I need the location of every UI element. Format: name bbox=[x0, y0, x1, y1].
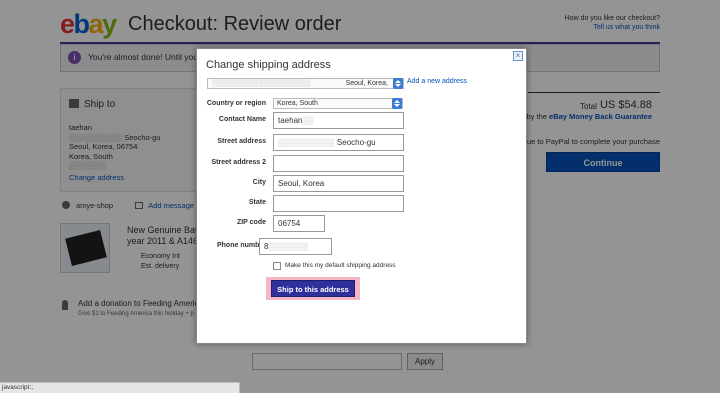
street-address-2-input[interactable] bbox=[273, 155, 404, 172]
close-icon[interactable]: × bbox=[513, 51, 523, 61]
state-input[interactable] bbox=[273, 195, 404, 212]
country-select[interactable]: Korea, South bbox=[273, 98, 403, 109]
contact-name-input[interactable]: taehan▒▒ bbox=[273, 112, 404, 129]
default-address-checkbox[interactable] bbox=[273, 262, 281, 270]
ship-to-this-address-button[interactable]: Ship to this address bbox=[271, 280, 355, 297]
select-arrows-icon bbox=[392, 98, 402, 109]
street-address-input[interactable]: ▒▒▒▒▒▒▒▒▒▒ Seocho-gu bbox=[273, 134, 404, 151]
ship-button-highlight: Ship to this address bbox=[266, 277, 360, 300]
contact-name-value: taehan bbox=[278, 116, 303, 125]
phone-number-label: Phone number bbox=[216, 242, 266, 249]
country-label: Country or region bbox=[206, 100, 266, 107]
saved-address-select[interactable]: ▒▒▒▒▒▒▒▒▒▒▒▒▒▒▒▒▒▒▒▒▒▒ Seoul, Korea, bbox=[207, 78, 404, 89]
city-input[interactable]: Seoul, Korea bbox=[273, 175, 404, 192]
contact-name-label: Contact Name bbox=[218, 116, 266, 123]
city-label: City bbox=[252, 179, 266, 186]
add-new-address-link[interactable]: Add a new address bbox=[407, 78, 467, 85]
zip-code-label: ZIP code bbox=[236, 219, 266, 226]
zip-code-input[interactable]: 06754 bbox=[273, 215, 325, 232]
state-label: State bbox=[248, 199, 266, 206]
street-address-label: Street address bbox=[217, 138, 266, 145]
select-arrows-icon bbox=[393, 78, 403, 89]
saved-address-value: Seoul, Korea, bbox=[345, 80, 388, 87]
phone-number-redacted: ▒▒▒▒▒▒▒ bbox=[268, 242, 309, 251]
street-address-value: Seocho-gu bbox=[336, 138, 376, 147]
dialog-title: Change shipping address bbox=[206, 59, 331, 71]
browser-status-bar: javascript:; bbox=[0, 382, 240, 393]
street-address-2-label: Street address 2 bbox=[211, 159, 266, 166]
country-value: Korea, South bbox=[277, 100, 318, 107]
saved-address-redacted: ▒▒▒▒▒▒▒▒▒▒▒▒▒▒▒▒▒▒▒▒▒▒ bbox=[212, 80, 311, 87]
phone-number-input[interactable]: 8▒▒▒▒▒▒▒ bbox=[259, 238, 332, 255]
change-shipping-address-dialog: × Change shipping address ▒▒▒▒▒▒▒▒▒▒▒▒▒▒… bbox=[196, 48, 527, 344]
street-address-redacted: ▒▒▒▒▒▒▒▒▒▒ bbox=[278, 138, 337, 147]
default-address-label: Make this my default shipping address bbox=[285, 262, 396, 269]
contact-name-redacted: ▒▒ bbox=[302, 116, 314, 125]
